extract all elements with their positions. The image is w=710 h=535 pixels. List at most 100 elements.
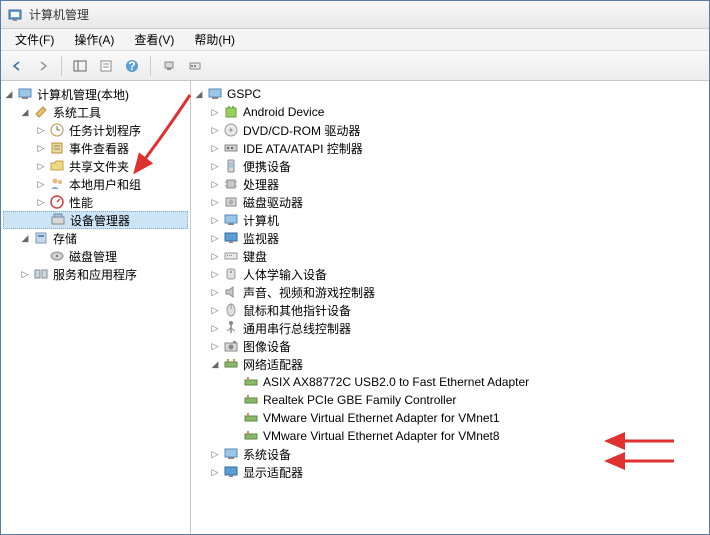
expander-icon[interactable]: ▷ — [209, 466, 221, 478]
menu-view[interactable]: 查看(V) — [124, 29, 184, 50]
expander-icon[interactable]: ▷ — [209, 340, 221, 352]
tree-shared-folders[interactable]: ▷ 共享文件夹 — [3, 157, 188, 175]
tree-event-viewer[interactable]: ▷ 事件查看器 — [3, 139, 188, 157]
tree-root-local[interactable]: ◢ 计算机管理(本地) — [3, 85, 188, 103]
expander-icon[interactable]: ◢ — [209, 358, 221, 370]
right-tree-pane[interactable]: ◢ GSPC ▷Android Device▷DVD/CD-ROM 驱动器▷ID… — [191, 81, 709, 534]
processor-icon — [223, 176, 239, 192]
expander-icon[interactable]: ▷ — [19, 268, 31, 280]
device-category-display[interactable]: ▷显示适配器 — [193, 463, 707, 481]
expander-icon[interactable]: ◢ — [19, 232, 31, 244]
svg-text:?: ? — [128, 59, 135, 73]
device-category-android[interactable]: ▷Android Device — [193, 103, 707, 121]
device-category-portable[interactable]: ▷便携设备 — [193, 157, 707, 175]
device-category-keyboard[interactable]: ▷键盘 — [193, 247, 707, 265]
expander-icon[interactable]: ▷ — [35, 196, 47, 208]
expander-icon[interactable]: ▷ — [35, 142, 47, 154]
back-button[interactable] — [5, 54, 29, 78]
expander-icon[interactable]: ▷ — [209, 160, 221, 172]
scan-button[interactable] — [157, 54, 181, 78]
help-button[interactable]: ? — [120, 54, 144, 78]
expander-icon[interactable]: ▷ — [209, 232, 221, 244]
folder-icon — [49, 158, 65, 174]
menu-action[interactable]: 操作(A) — [64, 29, 124, 50]
window-title: 计算机管理 — [29, 6, 89, 23]
expander-icon[interactable]: ▷ — [209, 142, 221, 154]
expander-icon[interactable]: ▷ — [209, 268, 221, 280]
expander-icon[interactable]: ▷ — [209, 304, 221, 316]
android-icon — [223, 104, 239, 120]
device-category-network[interactable]: ◢网络适配器 — [193, 355, 707, 373]
forward-button[interactable] — [31, 54, 55, 78]
expander-icon[interactable]: ◢ — [3, 88, 15, 100]
device-category-ide[interactable]: ▷IDE ATA/ATAPI 控制器 — [193, 139, 707, 157]
titlebar: 计算机管理 — [1, 1, 709, 29]
expander-icon[interactable]: ▷ — [209, 196, 221, 208]
nic-icon — [243, 392, 259, 408]
left-tree-pane[interactable]: ◢ 计算机管理(本地) ◢ 系统工具 ▷ 任务计划程序 ▷ 事件查看器 ▷ 共享… — [1, 81, 191, 534]
network-adapter-realtek[interactable]: ▷Realtek PCIe GBE Family Controller — [193, 391, 707, 409]
tree-local-users[interactable]: ▷ 本地用户和组 — [3, 175, 188, 193]
tree-performance[interactable]: ▷ 性能 — [3, 193, 188, 211]
computer-icon — [223, 212, 239, 228]
toolbar-separator — [61, 56, 62, 76]
device-category-audio[interactable]: ▷声音、视频和游戏控制器 — [193, 283, 707, 301]
event-icon — [49, 140, 65, 156]
menu-file[interactable]: 文件(F) — [5, 29, 64, 50]
menu-help[interactable]: 帮助(H) — [184, 29, 245, 50]
device-category-hid[interactable]: ▷人体学输入设备 — [193, 265, 707, 283]
nic-icon — [243, 428, 259, 444]
device-category-computer[interactable]: ▷计算机 — [193, 211, 707, 229]
tree-device-manager[interactable]: ▷ 设备管理器 — [3, 211, 188, 229]
device-category-mouse[interactable]: ▷鼠标和其他指针设备 — [193, 301, 707, 319]
menubar: 文件(F) 操作(A) 查看(V) 帮助(H) — [1, 29, 709, 51]
expander-icon[interactable]: ◢ — [193, 88, 205, 100]
expander-icon[interactable]: ▷ — [209, 448, 221, 460]
nic-icon — [243, 410, 259, 426]
expander-icon[interactable]: ◢ — [19, 106, 31, 118]
properties-button[interactable] — [94, 54, 118, 78]
device-root[interactable]: ◢ GSPC — [193, 85, 707, 103]
network-adapter-asix[interactable]: ▷ASIX AX88772C USB2.0 to Fast Ethernet A… — [193, 373, 707, 391]
expander-icon[interactable]: ▷ — [209, 250, 221, 262]
performance-icon — [49, 194, 65, 210]
device-button[interactable] — [183, 54, 207, 78]
tree-system-tools[interactable]: ◢ 系统工具 — [3, 103, 188, 121]
tree-services-apps[interactable]: ▷ 服务和应用程序 — [3, 265, 188, 283]
device-category-usb[interactable]: ▷通用串行总线控制器 — [193, 319, 707, 337]
device-category-processor[interactable]: ▷处理器 — [193, 175, 707, 193]
display-icon — [223, 464, 239, 480]
network-adapter-vmnet8[interactable]: ▷VMware Virtual Ethernet Adapter for VMn… — [193, 427, 707, 445]
device-category-monitor[interactable]: ▷监视器 — [193, 229, 707, 247]
ide-icon — [223, 140, 239, 156]
expander-icon[interactable]: ▷ — [35, 124, 47, 136]
system_dev-icon — [223, 446, 239, 462]
mouse-icon — [223, 302, 239, 318]
tree-storage[interactable]: ◢ 存储 — [3, 229, 188, 247]
device-category-dvd[interactable]: ▷DVD/CD-ROM 驱动器 — [193, 121, 707, 139]
tree-disk-mgmt[interactable]: ▷ 磁盘管理 — [3, 247, 188, 265]
expander-icon[interactable]: ▷ — [209, 178, 221, 190]
clock-icon — [49, 122, 65, 138]
services-icon — [33, 266, 49, 282]
device-category-disk_drive[interactable]: ▷磁盘驱动器 — [193, 193, 707, 211]
usb-icon — [223, 320, 239, 336]
app-icon — [7, 7, 23, 23]
tree-task-scheduler[interactable]: ▷ 任务计划程序 — [3, 121, 188, 139]
expander-icon[interactable]: ▷ — [35, 178, 47, 190]
device-category-system_dev[interactable]: ▷系统设备 — [193, 445, 707, 463]
show-hide-tree-button[interactable] — [68, 54, 92, 78]
hid-icon — [223, 266, 239, 282]
disk-icon — [49, 248, 65, 264]
nic-icon — [243, 374, 259, 390]
expander-icon[interactable]: ▷ — [209, 214, 221, 226]
expander-icon[interactable]: ▷ — [209, 106, 221, 118]
expander-icon[interactable]: ▷ — [35, 160, 47, 172]
toolbar: ? — [1, 51, 709, 81]
expander-icon[interactable]: ▷ — [209, 124, 221, 136]
device-category-imaging[interactable]: ▷图像设备 — [193, 337, 707, 355]
expander-icon[interactable]: ▷ — [209, 322, 221, 334]
network-adapter-vmnet1[interactable]: ▷VMware Virtual Ethernet Adapter for VMn… — [193, 409, 707, 427]
expander-icon[interactable]: ▷ — [209, 286, 221, 298]
computer-icon — [207, 86, 223, 102]
